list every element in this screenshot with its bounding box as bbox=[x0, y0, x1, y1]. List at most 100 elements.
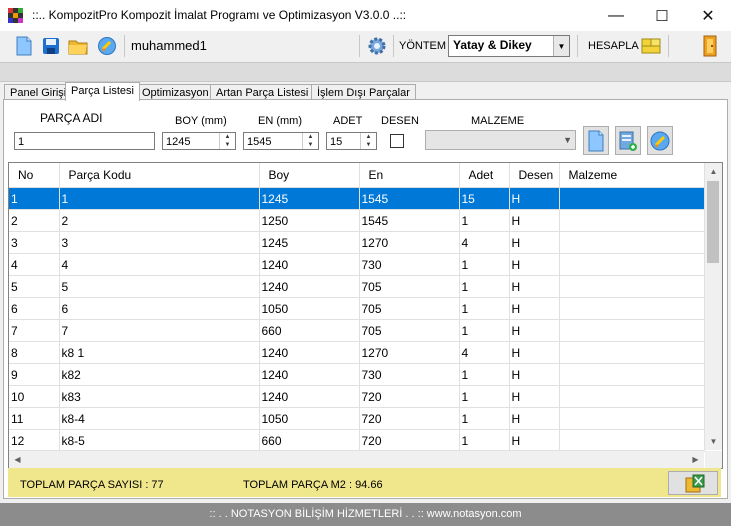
column-header[interactable]: Adet bbox=[459, 163, 510, 188]
adet-value: 15 bbox=[330, 136, 343, 148]
table-cell: 730 bbox=[359, 363, 460, 386]
table-cell: 660 bbox=[259, 319, 360, 342]
toolbar-separator bbox=[577, 35, 578, 57]
desen-checkbox[interactable] bbox=[390, 134, 404, 148]
desen-label: DESEN bbox=[381, 115, 419, 127]
table-cell: H bbox=[509, 275, 560, 298]
table-cell: 705 bbox=[359, 319, 460, 342]
boy-spinner[interactable]: ▲ ▼ bbox=[219, 133, 235, 149]
yontem-label: YÖNTEM bbox=[399, 40, 447, 52]
table-cell: 1 bbox=[459, 319, 510, 342]
table-row[interactable]: 12 k8-5 660 720 1 H bbox=[9, 429, 706, 452]
table-cell bbox=[559, 363, 706, 386]
table-cell bbox=[559, 275, 706, 298]
close-button[interactable]: ✕ bbox=[685, 0, 731, 31]
table-cell: H bbox=[509, 253, 560, 276]
table-cell: 15 bbox=[459, 187, 510, 210]
calculate-icon[interactable] bbox=[641, 36, 661, 56]
parts-table-body: No Parça Kodu Boy En Adet Desen Malzeme 1 1 1245… bbox=[9, 163, 706, 452]
scroll-thumb[interactable] bbox=[707, 181, 719, 263]
table-cell: 12 bbox=[9, 429, 60, 452]
table-cell: 6 bbox=[59, 297, 260, 320]
adet-input[interactable]: 15 ▲ ▼ bbox=[326, 132, 377, 150]
table-row[interactable]: 2 2 1250 1545 1 H bbox=[9, 209, 706, 232]
yontem-select[interactable]: Yatay & Dikey ▼ bbox=[448, 35, 570, 57]
column-header[interactable]: Desen bbox=[509, 163, 560, 188]
parca-adi-input[interactable]: 1 bbox=[14, 132, 155, 150]
column-header[interactable]: Malzeme bbox=[559, 163, 706, 188]
clear-icon bbox=[650, 131, 670, 150]
scroll-corner bbox=[705, 451, 722, 468]
separator-strip bbox=[0, 62, 731, 82]
table-cell: H bbox=[509, 385, 560, 408]
table-row[interactable]: 11 k8-4 1050 720 1 H bbox=[9, 407, 706, 430]
table-cell: 1 bbox=[459, 363, 510, 386]
table-cell: k83 bbox=[59, 385, 260, 408]
table-cell bbox=[559, 297, 706, 320]
maximize-button[interactable]: ☐ bbox=[639, 0, 685, 31]
table-row[interactable]: 9 k82 1240 730 1 H bbox=[9, 363, 706, 386]
scroll-right-icon[interactable]: ▶ bbox=[687, 451, 704, 468]
table-row[interactable]: 6 6 1050 705 1 H bbox=[9, 297, 706, 320]
table-cell: 660 bbox=[259, 429, 360, 452]
save-icon[interactable] bbox=[41, 36, 61, 56]
table-cell: 4 bbox=[59, 253, 260, 276]
table-cell: 4 bbox=[459, 231, 510, 254]
table-cell bbox=[559, 253, 706, 276]
column-header[interactable]: No bbox=[9, 163, 60, 188]
table-row[interactable]: 8 k8 1 1240 1270 4 H bbox=[9, 341, 706, 364]
parts-table[interactable]: No Parça Kodu Boy En Adet Desen Malzeme 1 1 1245… bbox=[8, 162, 723, 469]
table-cell bbox=[559, 231, 706, 254]
scroll-down-icon[interactable]: ▼ bbox=[705, 433, 722, 450]
table-cell: 1 bbox=[59, 187, 260, 210]
table-row[interactable]: 7 7 660 705 1 H bbox=[9, 319, 706, 342]
table-cell bbox=[559, 429, 706, 452]
tab-parca-listesi[interactable]: Parça Listesi bbox=[65, 82, 140, 101]
adet-spinner[interactable]: ▲ ▼ bbox=[360, 133, 376, 149]
minimize-button[interactable]: — bbox=[593, 0, 639, 31]
yontem-value: Yatay & Dikey bbox=[453, 38, 532, 52]
table-cell: 720 bbox=[359, 385, 460, 408]
vertical-scrollbar[interactable]: ▲ ▼ bbox=[704, 163, 722, 450]
table-row[interactable]: 3 3 1245 1270 4 H bbox=[9, 231, 706, 254]
add-part-button[interactable] bbox=[615, 126, 641, 155]
status-bar: :: . . NOTASYON BİLİŞİM HİZMETLERİ . . :… bbox=[0, 503, 731, 526]
exit-door-icon[interactable] bbox=[702, 35, 718, 57]
column-header[interactable]: Boy bbox=[259, 163, 360, 188]
horizontal-scrollbar[interactable]: ◀ ▶ bbox=[9, 450, 704, 468]
total-m2: TOPLAM PARÇA M2 : 94.66 bbox=[243, 479, 383, 491]
scroll-left-icon[interactable]: ◀ bbox=[9, 451, 26, 468]
table-cell: k8 1 bbox=[59, 341, 260, 364]
table-cell: 7 bbox=[59, 319, 260, 342]
new-file-icon[interactable] bbox=[14, 36, 34, 56]
table-row[interactable]: 4 4 1240 730 1 H bbox=[9, 253, 706, 276]
delete-part-button[interactable] bbox=[647, 126, 673, 155]
malzeme-select[interactable]: ▼ bbox=[425, 130, 576, 150]
scroll-up-icon[interactable]: ▲ bbox=[705, 163, 722, 180]
table-cell: 720 bbox=[359, 407, 460, 430]
open-folder-icon[interactable] bbox=[68, 36, 88, 56]
table-cell: 1 bbox=[459, 385, 510, 408]
table-cell: H bbox=[509, 209, 560, 232]
en-input[interactable]: 1545 ▲ ▼ bbox=[243, 132, 319, 150]
clear-icon[interactable] bbox=[97, 36, 117, 56]
malzeme-label: MALZEME bbox=[471, 115, 525, 127]
app-icon bbox=[8, 8, 23, 23]
en-spinner[interactable]: ▲ ▼ bbox=[302, 133, 318, 149]
column-header[interactable]: Parça Kodu bbox=[59, 163, 260, 188]
toolbar: muhammed1 YÖNTEM Yatay & Dikey ▼ HESAPLA bbox=[0, 31, 731, 61]
table-cell: H bbox=[509, 231, 560, 254]
boy-input[interactable]: 1245 ▲ ▼ bbox=[162, 132, 236, 150]
export-excel-button[interactable] bbox=[668, 471, 718, 495]
table-row[interactable]: 1 1 1245 1545 15 H bbox=[9, 187, 706, 210]
toolbar-separator bbox=[359, 35, 360, 57]
table-cell: 9 bbox=[9, 363, 60, 386]
column-header[interactable]: En bbox=[359, 163, 460, 188]
hesapla-label: HESAPLA bbox=[588, 40, 639, 52]
gear-icon[interactable] bbox=[367, 36, 387, 56]
new-part-button[interactable] bbox=[583, 126, 609, 155]
table-cell: 7 bbox=[9, 319, 60, 342]
table-row[interactable]: 10 k83 1240 720 1 H bbox=[9, 385, 706, 408]
chevron-down-icon[interactable]: ▼ bbox=[553, 36, 569, 56]
table-row[interactable]: 5 5 1240 705 1 H bbox=[9, 275, 706, 298]
